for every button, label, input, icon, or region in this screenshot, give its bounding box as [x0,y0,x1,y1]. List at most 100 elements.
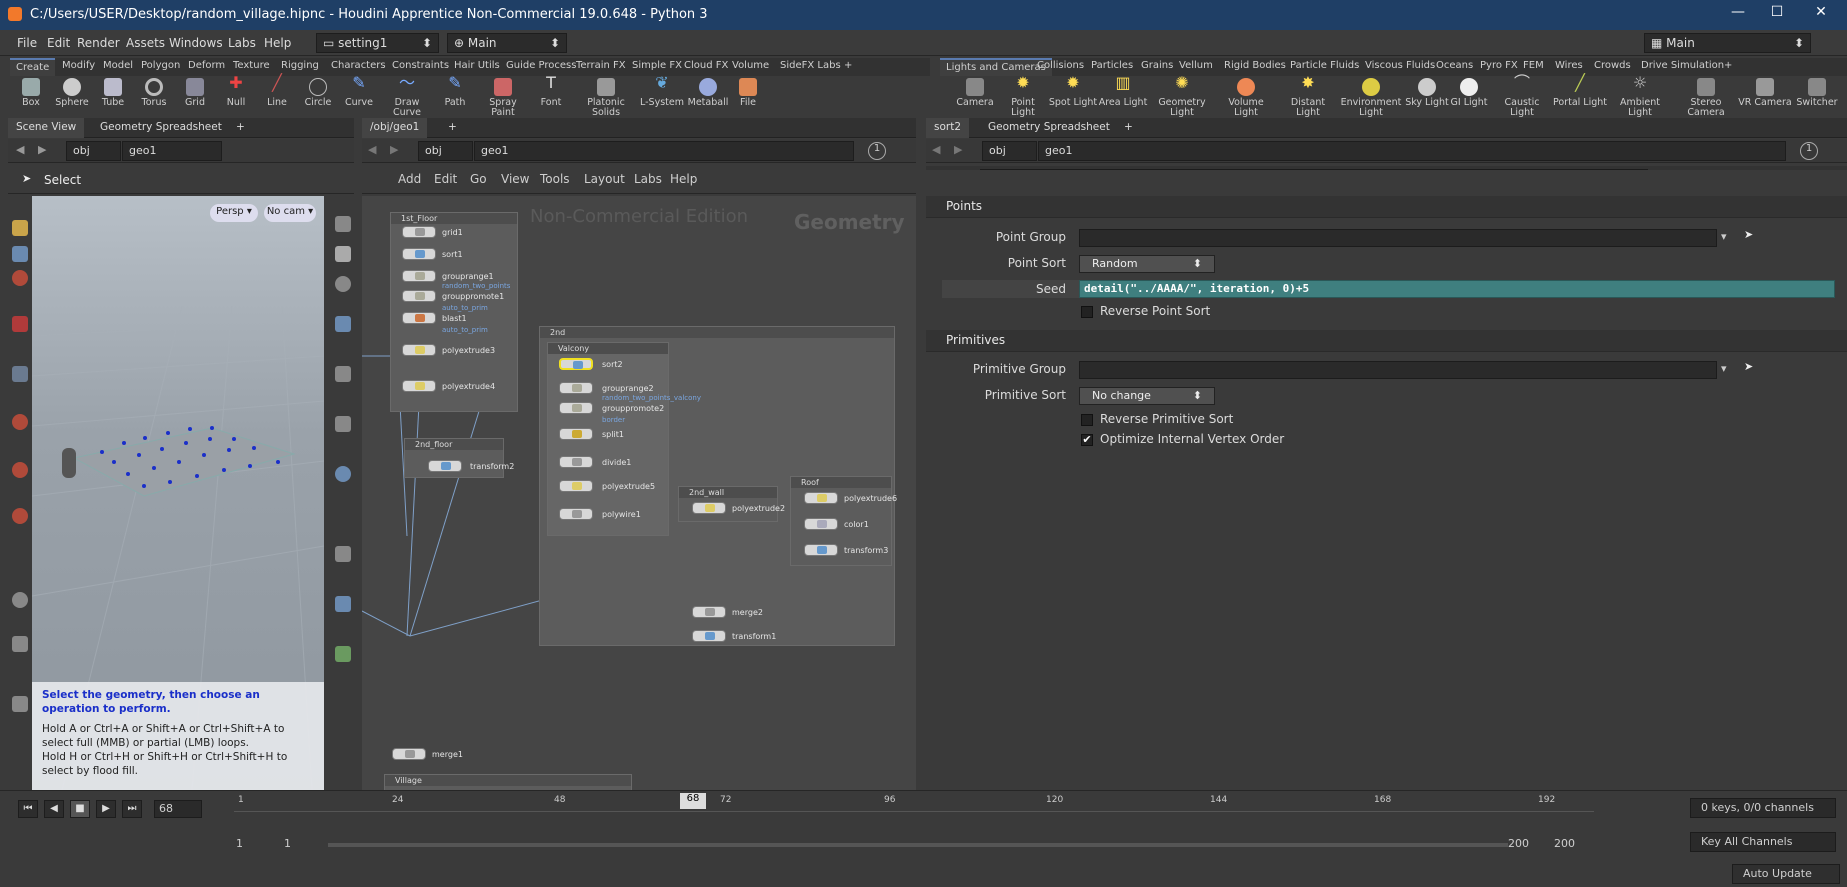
node-grouprange2[interactable] [559,382,593,394]
end-frame-field-2[interactable]: 200 [1554,837,1575,850]
display-icon[interactable] [335,276,351,292]
net-menu-tools[interactable]: Tools [540,172,570,186]
net-menu-go[interactable]: Go [470,172,487,186]
node-grid1[interactable] [402,226,436,238]
shade-icon[interactable] [335,366,351,382]
shelf-tab-oceans[interactable]: Oceans [1430,58,1479,76]
view-icon[interactable] [335,416,351,432]
param-forward-icon[interactable]: ▶ [954,143,962,156]
tool-font[interactable]: T Font [525,75,577,116]
lock-icon[interactable] [12,246,28,262]
node-polyextrude3[interactable] [402,344,436,356]
node-color1[interactable] [804,518,838,530]
menu-file[interactable]: File [17,36,37,50]
tool-curve[interactable]: ✎ Curve [333,75,385,116]
camera-tool-icon[interactable] [12,592,28,608]
light-icon[interactable] [335,316,351,332]
tool-spray-paint[interactable]: Spray Paint [477,78,529,118]
net-back-icon[interactable]: ◀ [368,143,376,156]
tool-file[interactable]: File [722,78,774,116]
section-points[interactable]: Points [926,196,1847,218]
grid-display-icon[interactable] [335,596,351,612]
tool-platonic-solids[interactable]: Platonic Solids [580,78,632,118]
start-frame-field[interactable]: 1 [236,837,243,850]
node-polyextrude5[interactable] [559,480,593,492]
shelf-tab-modify[interactable]: Modify [56,58,101,76]
playhead-frame-marker[interactable]: 68 [680,793,706,809]
param-pin-button[interactable]: 1 [1800,142,1818,160]
tool-gi-light[interactable]: GI Light [1444,78,1494,116]
tool-vr-camera[interactable]: VR Camera [1737,78,1793,116]
tool-volume-light[interactable]: Volume Light [1218,78,1274,118]
tab-param-geometry-spreadsheet[interactable]: Geometry Spreadsheet [980,118,1118,138]
shelf-tab-particle-fluids[interactable]: Particle Fluids [1284,58,1365,76]
net-path-obj[interactable]: obj [418,141,473,161]
net-forward-icon[interactable]: ▶ [390,143,398,156]
tool-ambient-light[interactable]: ☼ Ambient Light [1610,75,1670,118]
netbox-village[interactable]: Village [384,774,632,790]
shelf-tab-polygon[interactable]: Polygon [135,58,186,76]
shelf-tab-drive-simulation[interactable]: Drive Simulation [1635,58,1730,76]
node-split1[interactable] [559,428,593,440]
reverse-point-sort-checkbox[interactable] [1081,306,1093,318]
key-all-channels-button[interactable]: Key All Channels [1690,832,1836,852]
node-grouppromote1[interactable] [402,290,436,302]
node-sort1[interactable] [402,248,436,260]
shelf-tab-rigid-bodies[interactable]: Rigid Bodies [1218,58,1292,76]
back-arrow-icon[interactable]: ◀ [16,143,24,156]
reverse-primitive-sort-checkbox[interactable] [1081,414,1093,426]
primitive-group-select-arrow[interactable]: ➤ [1744,360,1753,373]
param-path-geo[interactable]: geo1 [1038,141,1786,161]
add-param-tab-button[interactable]: + [1116,118,1141,138]
magnet4-icon[interactable] [12,508,28,524]
node-grouppromote2[interactable] [559,402,593,414]
minimize-button[interactable]: — [1727,4,1749,26]
tool-environment-light[interactable]: Environment Light [1340,78,1402,118]
tool-switcher[interactable]: Switcher [1791,78,1843,116]
shelf-tab-viscous-fluids[interactable]: Viscous Fluids [1359,58,1441,76]
node-polyextrude4[interactable] [402,380,436,392]
node-divide1[interactable] [559,456,593,468]
start-frame-field-2[interactable]: 1 [284,837,291,850]
node-blast1[interactable] [402,312,436,324]
pin-button[interactable]: 1 [868,142,886,160]
add-pane-tab-button[interactable]: + [228,118,253,138]
node-merge1[interactable] [392,748,426,760]
menu-edit[interactable]: Edit [47,36,70,50]
path-geo-button[interactable]: geo1 [122,141,222,161]
tab-obj-geo1[interactable]: /obj/geo1 [362,118,428,138]
tool-stereo-camera[interactable]: Stereo Camera [1680,78,1732,118]
tool-camera[interactable]: Camera [950,78,1000,116]
menu-assets[interactable]: Assets [126,36,165,50]
tool-area-light[interactable]: ▥ Area Light [1098,75,1148,116]
step-back-button[interactable]: ◀ [44,800,64,818]
keys-channels-readout[interactable]: 0 keys, 0/0 channels [1690,798,1836,818]
tool-portal-light[interactable]: ╱ Portal Light [1552,75,1608,116]
node-polywire1[interactable] [559,508,593,520]
param-path-obj[interactable]: obj [982,141,1037,161]
menu-help[interactable]: Help [264,36,291,50]
tool-caustic-light[interactable]: ⌒ Caustic Light [1494,75,1550,118]
section-primitives[interactable]: Primitives [926,330,1847,352]
shelf-tab-volume[interactable]: Volume [726,58,775,76]
primitive-group-field[interactable] [1079,361,1717,379]
add-network-tab-button[interactable]: + [440,118,465,138]
sticky-icon[interactable] [12,220,28,236]
netbox-2nd-floor[interactable]: 2nd_floor [404,438,504,478]
path-obj-button[interactable]: obj [66,141,121,161]
end-frame-field[interactable]: 200 [1508,837,1529,850]
net-menu-view[interactable]: View [501,172,529,186]
net-menu-help[interactable]: Help [670,172,697,186]
forward-arrow-icon[interactable]: ▶ [38,143,46,156]
net-menu-add[interactable]: Add [398,172,421,186]
node-grouprange1[interactable] [402,270,436,282]
point-group-dropdown[interactable]: ▾ [1721,230,1727,243]
menu-render[interactable]: Render [77,36,120,50]
tab-geometry-spreadsheet[interactable]: Geometry Spreadsheet [92,118,230,138]
tool-draw-curve[interactable]: 〜 Draw Curve [381,75,433,118]
menu-labs[interactable]: Labs [228,36,256,50]
shelf-tab-constraints[interactable]: Constraints [386,58,455,76]
ruler-icon[interactable] [335,546,351,562]
add-shelf-tab-button[interactable]: + [838,58,858,76]
add-shelf-tab-button-right[interactable]: + [1718,58,1738,76]
